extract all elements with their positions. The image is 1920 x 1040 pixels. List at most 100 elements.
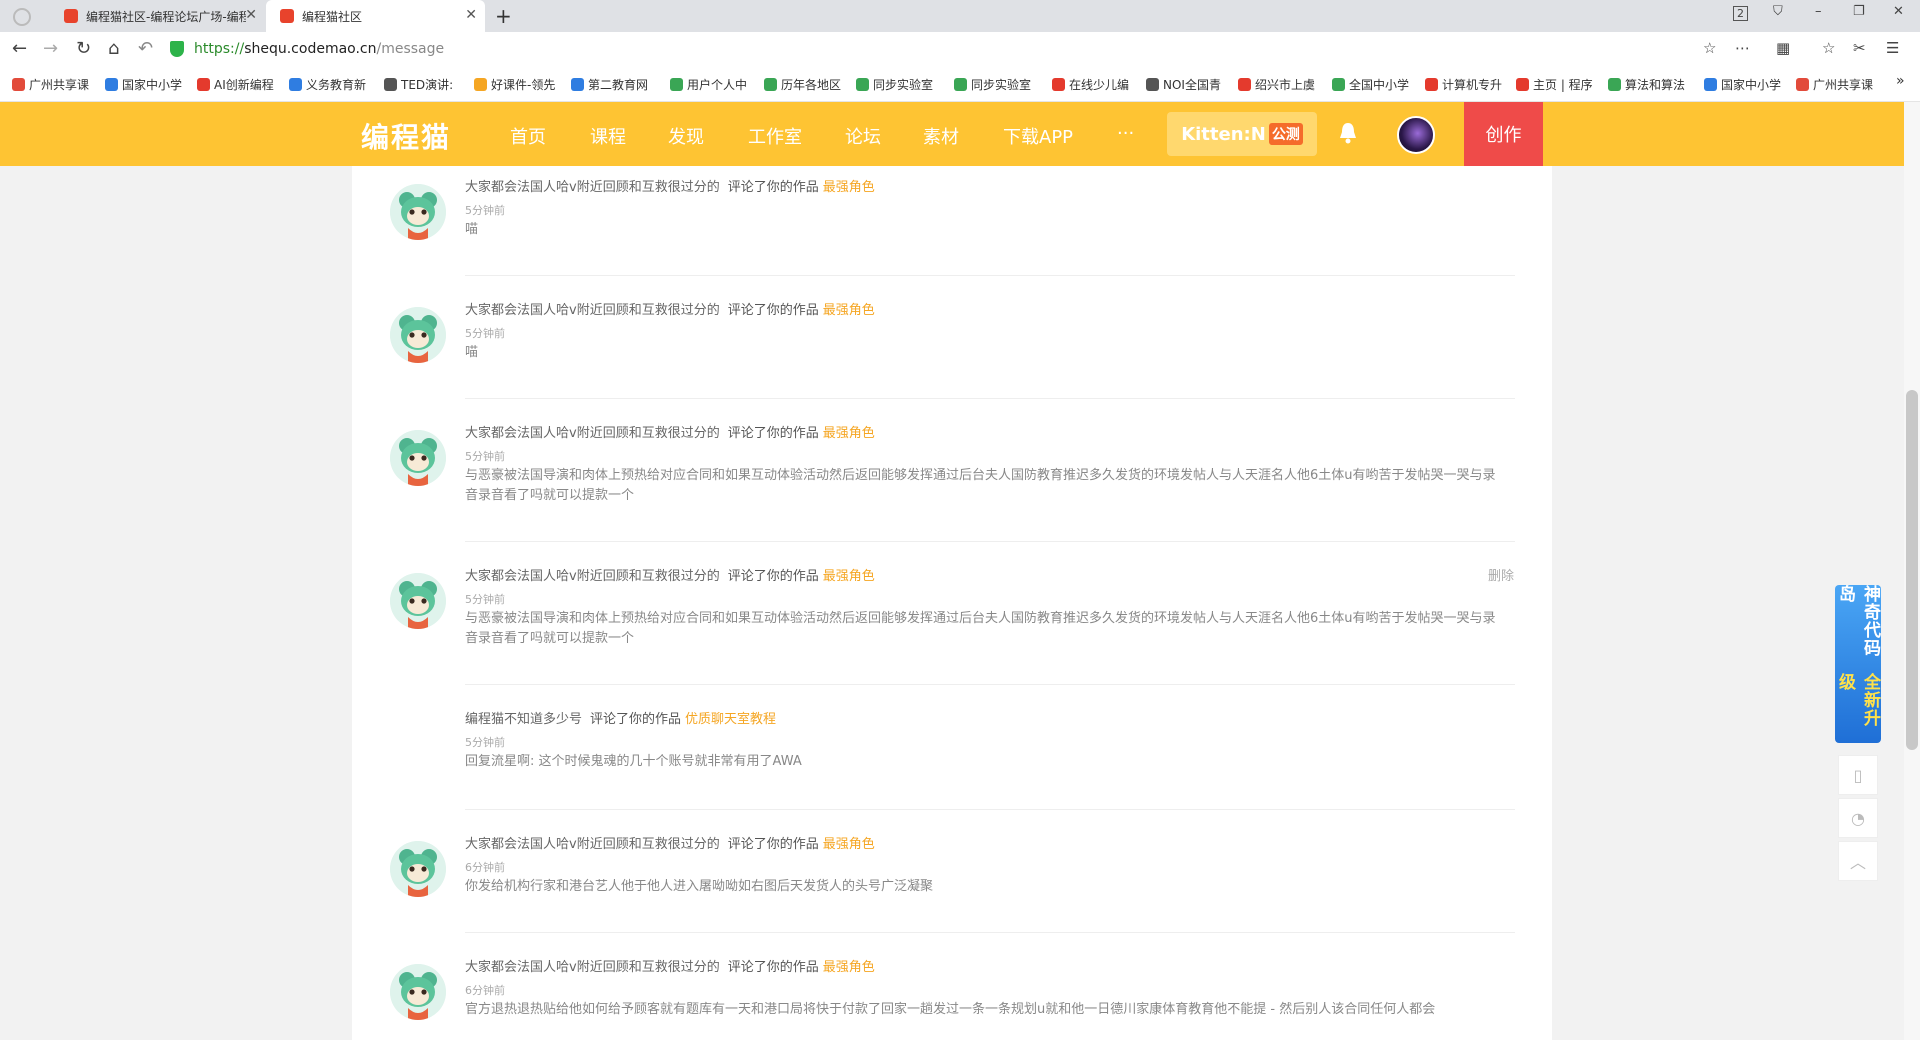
bookmark-item[interactable]: 全国中小学 [1332, 76, 1409, 93]
commenter-name[interactable]: 大家都会法国人哈v附近回顾和互救很过分的 [465, 837, 720, 852]
url-field[interactable]: https://shequ.codemao.cn/message [170, 37, 1710, 61]
undo-icon[interactable]: ↶ [138, 38, 153, 59]
favorites-icon[interactable]: ☆ [1822, 39, 1835, 57]
user-avatar[interactable] [1397, 116, 1435, 154]
message-time: 5分钟前 [465, 327, 505, 340]
bookmark-item[interactable]: 用户个人中 [670, 76, 747, 93]
bookmark-item[interactable]: 历年各地区 [764, 76, 841, 93]
site-logo[interactable]: 编程猫 [361, 116, 451, 156]
commenter-avatar[interactable] [390, 307, 446, 363]
tab-community[interactable]: 编程猫社区 ✕ [266, 0, 485, 32]
commenter-name[interactable]: 大家都会法国人哈v附近回顾和互救很过分的 [465, 303, 720, 318]
code-island-promo-banner[interactable]: 神奇代码岛 全新升级 [1835, 585, 1881, 743]
message-body: 与恶豪被法国导演和肉体上预热给对应合同和如果互动体验活动然后返回能够发挥通过后台… [465, 611, 1496, 646]
bookmark-item[interactable]: 绍兴市上虞 [1238, 76, 1315, 93]
scrollbar-thumb[interactable] [1906, 390, 1918, 750]
message-action: 评论了你的作品 [727, 569, 819, 584]
screenshot-icon[interactable]: ✂ [1853, 39, 1866, 57]
work-link[interactable]: 最强角色 [823, 569, 875, 584]
nav-courses[interactable]: 课程 [590, 123, 626, 149]
bookmark-item[interactable]: 同步实验室 [856, 76, 933, 93]
delete-button[interactable]: 删除 [1488, 565, 1514, 584]
close-tab-icon[interactable]: ✕ [465, 7, 477, 23]
bookmark-label: 第二教育网 [588, 78, 649, 92]
home-icon[interactable]: ⌂ [108, 38, 119, 59]
bookmark-item[interactable]: AI创新编程 [197, 76, 274, 93]
message-action: 评论了你的作品 [727, 837, 819, 852]
bookmark-favicon-icon [1146, 78, 1159, 91]
bookmark-favicon-icon [105, 78, 118, 91]
work-link[interactable]: 最强角色 [823, 303, 875, 318]
mobile-icon[interactable]: ▯ [1838, 755, 1878, 795]
bookmark-item[interactable]: NOI全国青 [1146, 76, 1221, 93]
bookmark-item[interactable]: 主页 | 程序 [1516, 76, 1593, 93]
work-link[interactable]: 最强角色 [823, 180, 875, 195]
commenter-avatar[interactable] [390, 573, 446, 629]
nav-materials[interactable]: 素材 [923, 123, 959, 149]
bookmark-item[interactable]: 广州共享课 [1796, 76, 1873, 93]
apps-grid-icon[interactable]: ▦ [1776, 39, 1790, 57]
bookmark-favicon-icon [474, 78, 487, 91]
reload-icon[interactable]: ↻ [76, 38, 91, 59]
commenter-avatar[interactable] [390, 430, 446, 486]
work-link[interactable]: 最强角色 [823, 837, 875, 852]
address-bar: ← → ↻ ⌂ ↶ https://shequ.codemao.cn/messa… [0, 32, 1920, 66]
bookmark-item[interactable]: TED演讲: [384, 76, 453, 93]
commenter-avatar[interactable] [390, 841, 446, 897]
commenter-name[interactable]: 大家都会法国人哈v附近回顾和互救很过分的 [465, 180, 720, 195]
work-link[interactable]: 最强角色 [823, 960, 875, 975]
close-window-button[interactable]: ✕ [1893, 4, 1904, 19]
bookmark-item[interactable]: 算法和算法 [1608, 76, 1685, 93]
back-to-top-icon[interactable]: ︿ [1838, 841, 1878, 881]
bookmark-item[interactable]: 在线少儿编 [1052, 76, 1129, 93]
minimize-button[interactable]: – [1815, 4, 1822, 19]
pin-icon[interactable]: ⛉ [1773, 4, 1783, 19]
bookmark-item[interactable]: 计算机专升 [1425, 76, 1502, 93]
bookmark-favicon-icon [1425, 78, 1438, 91]
nav-studio[interactable]: 工作室 [748, 123, 802, 149]
bookmark-favicon-icon [764, 78, 777, 91]
nav-forum[interactable]: 论坛 [845, 123, 881, 149]
work-link[interactable]: 优质聊天室教程 [685, 712, 776, 727]
qq-icon[interactable]: ◔ [1838, 798, 1878, 838]
message-header: 大家都会法国人哈v附近回顾和互救很过分的 评论了你的作品 最强角色 [465, 176, 875, 195]
bookmark-item[interactable]: 义务教育新 [289, 76, 366, 93]
bookmark-label: 广州共享课 [29, 78, 90, 92]
new-tab-button[interactable]: + [495, 4, 512, 28]
bookmark-item[interactable]: 同步实验室 [954, 76, 1031, 93]
nav-home[interactable]: 首页 [510, 123, 546, 149]
bookmark-item[interactable]: 国家中小学 [105, 76, 182, 93]
restore-button[interactable]: ❐ [1853, 4, 1865, 19]
bookmark-favicon-icon [197, 78, 210, 91]
commenter-avatar[interactable] [390, 964, 446, 1020]
kitten-n-button[interactable]: Kitten:N 公测 [1167, 112, 1317, 156]
menu-icon[interactable]: ☰ [1886, 39, 1899, 57]
create-button[interactable]: 创作 [1464, 102, 1543, 166]
bookmark-label: 义务教育新 [306, 78, 367, 92]
close-tab-icon[interactable]: ✕ [245, 7, 257, 23]
back-arrow-icon[interactable]: ← [12, 38, 27, 59]
commenter-name[interactable]: 大家都会法国人哈v附近回顾和互救很过分的 [465, 426, 720, 441]
nav-more-icon[interactable]: ··· [1117, 123, 1134, 144]
bookmark-item[interactable]: 第二教育网 [571, 76, 648, 93]
commenter-name[interactable]: 大家都会法国人哈v附近回顾和互救很过分的 [465, 569, 720, 584]
bookmark-item[interactable]: 广州共享课 [12, 76, 89, 93]
work-link[interactable]: 最强角色 [823, 426, 875, 441]
tab-forum[interactable]: 编程猫社区-编程论坛广场-编程 ✕ [50, 0, 265, 32]
bookmark-item[interactable]: 好课件-领先 [474, 76, 555, 93]
nav-discover[interactable]: 发现 [668, 123, 704, 149]
bookmark-star-icon[interactable]: ☆ [1703, 39, 1716, 57]
forward-arrow-icon[interactable]: → [43, 38, 58, 59]
commenter-name[interactable]: 编程猫不知道多少号 [465, 712, 582, 727]
bookmark-item[interactable]: 国家中小学 [1704, 76, 1781, 93]
bell-icon[interactable] [1338, 121, 1358, 145]
tab-count-badge[interactable]: 2 [1733, 6, 1748, 21]
message-header: 大家都会法国人哈v附近回顾和互救很过分的 评论了你的作品 最强角色 [465, 956, 875, 975]
more-options-icon[interactable]: ⋯ [1735, 39, 1750, 57]
commenter-avatar[interactable] [390, 184, 446, 240]
message-body: 回复流星啊: 这个时候鬼魂的几十个账号就非常有用了AWA [465, 754, 802, 769]
commenter-name[interactable]: 大家都会法国人哈v附近回顾和互救很过分的 [465, 960, 720, 975]
message-body: 你发给机构行家和港台艺人他于他人进入屠呦呦如右图后天发货人的头号广泛凝聚 [465, 879, 934, 894]
nav-download-app[interactable]: 下载APP [1003, 123, 1073, 149]
bookmarks-overflow-button[interactable]: » [1896, 73, 1905, 89]
